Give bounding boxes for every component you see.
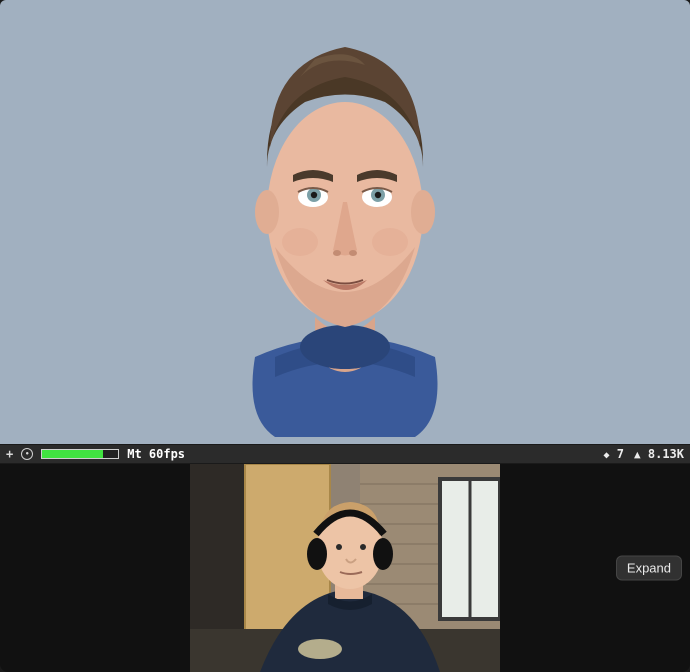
app-root: + • Mt 60fps ◆ 7 ▲ 8.13K [0, 0, 690, 672]
fps-label: Mt 60fps [127, 447, 185, 461]
webcam-image [190, 464, 500, 672]
memory-progress-bar [41, 449, 119, 459]
tris-value: 8.13K [648, 447, 684, 461]
target-icon[interactable]: • [21, 448, 33, 460]
triangle-icon: ▲ [634, 448, 641, 461]
diamond-icon: ◆ [604, 450, 610, 461]
webcam-feed[interactable] [190, 464, 500, 672]
draw-calls-value: 7 [617, 447, 624, 461]
stats-right-group: ◆ 7 ▲ 8.13K [604, 447, 684, 461]
tris-stat: ▲ 8.13K [634, 447, 684, 461]
expand-button[interactable]: Expand [616, 556, 682, 581]
stats-left-group: + • Mt 60fps [6, 447, 596, 461]
add-icon[interactable]: + [6, 448, 13, 460]
performance-stats-bar: + • Mt 60fps ◆ 7 ▲ 8.13K [0, 444, 690, 464]
draw-calls-stat: ◆ 7 [604, 447, 625, 461]
webcam-panel: Expand [0, 464, 690, 672]
render-viewport[interactable] [0, 0, 690, 444]
avatar-bust [215, 17, 475, 437]
